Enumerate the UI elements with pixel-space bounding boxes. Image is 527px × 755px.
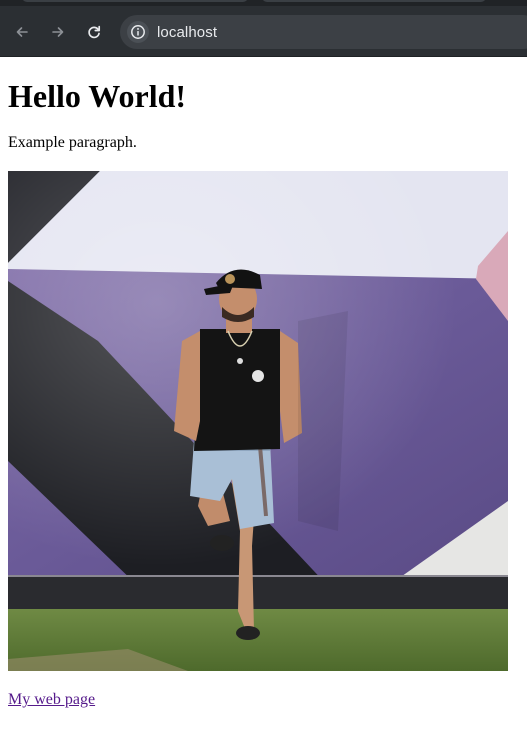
photo-man-against-mural [8, 171, 508, 671]
url-text: localhost [157, 23, 218, 41]
browser-tab[interactable] [262, 0, 486, 2]
reload-icon [88, 25, 101, 39]
back-button[interactable] [9, 19, 35, 45]
forward-button[interactable] [45, 19, 71, 45]
browser-tab[interactable] [22, 0, 248, 2]
reload-button[interactable] [81, 19, 107, 45]
page-content: Hello World! Example paragraph. My web p… [8, 57, 519, 708]
arrow-right-icon [52, 27, 64, 37]
example-paragraph: Example paragraph. [8, 134, 137, 151]
my-web-page-link[interactable]: My web page [8, 690, 95, 710]
info-circle-icon [131, 25, 145, 39]
page-heading: Hello World! [8, 78, 187, 114]
browser-toolbar: localhost [0, 0, 527, 57]
photo-image [8, 171, 508, 671]
tab-strip [0, 0, 527, 6]
arrow-left-icon [16, 27, 28, 37]
address-bar[interactable]: localhost [120, 15, 527, 49]
site-info-button[interactable] [127, 21, 149, 43]
